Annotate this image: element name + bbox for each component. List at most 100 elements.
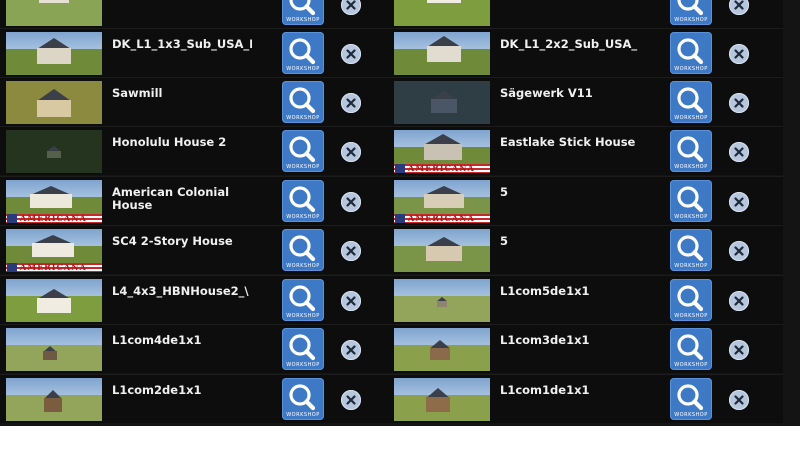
workshop-caption: WORKSHOP (286, 17, 320, 23)
list-item: WORKSHOP (388, 0, 783, 28)
close-x-icon (341, 192, 361, 212)
workshop-button[interactable]: WORKSHOP (282, 279, 324, 321)
close-x-icon (729, 0, 749, 15)
house-image (436, 297, 448, 307)
item-thumbnail: AMERICANA (6, 180, 102, 223)
item-title: DK_L1_1x3_Sub_USA_I (112, 38, 252, 51)
banner-text: AMERICANA (20, 213, 87, 223)
workshop-caption: WORKSHOP (674, 66, 708, 72)
remove-button[interactable] (729, 340, 749, 360)
workshop-button[interactable]: WORKSHOP (282, 180, 324, 222)
remove-button[interactable] (729, 390, 749, 410)
item-thumbnail (394, 279, 490, 322)
list-item: L1com1de1x1 WORKSHOP (388, 374, 783, 423)
list-item: AMERICANA American Colonial House WORKSHOP (0, 176, 395, 225)
list-item: AMERICANA Eastlake Stick House WORKSHOP (388, 126, 783, 175)
close-x-icon (341, 291, 361, 311)
item-thumbnail: AMERICANA (394, 130, 490, 173)
item-title: L1com5de1x1 (500, 285, 590, 298)
item-title: L4_4x3_HBNHouse2_\ (112, 285, 249, 298)
workshop-button[interactable]: WORKSHOP (282, 229, 324, 271)
remove-button[interactable] (341, 241, 361, 261)
workshop-caption: WORKSHOP (674, 362, 708, 368)
item-thumbnail (394, 32, 490, 75)
house-image (424, 388, 452, 412)
workshop-button[interactable]: WORKSHOP (282, 81, 324, 123)
item-title: 5 (500, 235, 509, 248)
house-image (46, 146, 62, 158)
remove-button[interactable] (729, 192, 749, 212)
remove-button[interactable] (341, 340, 361, 360)
workshop-button[interactable]: WORKSHOP (282, 328, 324, 370)
workshop-caption: WORKSHOP (674, 214, 708, 220)
workshop-button[interactable]: WORKSHOP (670, 328, 712, 370)
remove-button[interactable] (729, 0, 749, 15)
remove-button[interactable] (729, 44, 749, 64)
house-image (422, 237, 466, 261)
remove-button[interactable] (729, 142, 749, 162)
list-item: L1com4de1x1 WORKSHOP (0, 324, 395, 373)
item-thumbnail (6, 378, 102, 421)
item-title: L1com2de1x1 (112, 384, 202, 397)
list-item: AMERICANA 5 WORKSHOP (388, 176, 783, 225)
remove-button[interactable] (341, 0, 361, 15)
close-x-icon (729, 44, 749, 64)
workshop-button[interactable]: WORKSHOP (670, 279, 712, 321)
item-thumbnail (394, 229, 490, 272)
workshop-caption: WORKSHOP (674, 164, 708, 170)
item-thumbnail (6, 130, 102, 173)
remove-button[interactable] (729, 93, 749, 113)
list-item: L1com2de1x1 WORKSHOP (0, 374, 395, 423)
workshop-caption: WORKSHOP (286, 263, 320, 269)
workshop-button[interactable]: WORKSHOP (282, 130, 324, 172)
remove-button[interactable] (729, 291, 749, 311)
item-title: Sawmill (112, 87, 163, 100)
item-title: L1com1de1x1 (500, 384, 590, 397)
item-title: Sägewerk V11 (500, 87, 593, 100)
item-thumbnail (394, 0, 490, 26)
item-thumbnail (6, 328, 102, 371)
workshop-button[interactable]: WORKSHOP (282, 32, 324, 74)
workshop-caption: WORKSHOP (286, 362, 320, 368)
close-x-icon (729, 241, 749, 261)
workshop-button[interactable]: WORKSHOP (670, 180, 712, 222)
workshop-caption: WORKSHOP (286, 164, 320, 170)
remove-button[interactable] (341, 93, 361, 113)
americana-banner: AMERICANA (394, 163, 490, 173)
remove-button[interactable] (341, 44, 361, 64)
house-image (424, 36, 464, 62)
item-title: American Colonial House (112, 186, 230, 212)
house-image (34, 38, 74, 64)
house-image (42, 390, 64, 412)
close-x-icon (341, 142, 361, 162)
workshop-button[interactable]: WORKSHOP (282, 0, 324, 25)
item-thumbnail: AMERICANA (394, 180, 490, 223)
workshop-button[interactable]: WORKSHOP (670, 130, 712, 172)
close-x-icon (341, 390, 361, 410)
workshop-button[interactable]: WORKSHOP (670, 81, 712, 123)
workshop-button[interactable]: WORKSHOP (282, 378, 324, 420)
remove-button[interactable] (341, 142, 361, 162)
remove-button[interactable] (341, 390, 361, 410)
workshop-button[interactable]: WORKSHOP (670, 0, 712, 25)
remove-button[interactable] (729, 241, 749, 261)
house-image (428, 91, 460, 113)
workshop-button[interactable]: WORKSHOP (670, 378, 712, 420)
close-x-icon (341, 44, 361, 64)
item-title: Honolulu House 2 (112, 136, 227, 149)
workshop-caption: WORKSHOP (674, 115, 708, 121)
item-thumbnail (394, 378, 490, 421)
close-x-icon (729, 192, 749, 212)
item-title: SC4 2-Story House (112, 235, 233, 248)
remove-button[interactable] (341, 291, 361, 311)
house-image (28, 235, 78, 257)
remove-button[interactable] (341, 192, 361, 212)
list-item: L1com3de1x1 WORKSHOP (388, 324, 783, 373)
workshop-button[interactable]: WORKSHOP (670, 229, 712, 271)
item-thumbnail (394, 81, 490, 124)
list-item: Sawmill WORKSHOP (0, 77, 395, 126)
workshop-button[interactable]: WORKSHOP (670, 32, 712, 74)
workshop-items-list: WORKSHOP WORKSHOP DK_L1_1x3_Sub_USA_I WORKS… (0, 0, 800, 426)
close-x-icon (729, 142, 749, 162)
item-title: L1com3de1x1 (500, 334, 590, 347)
